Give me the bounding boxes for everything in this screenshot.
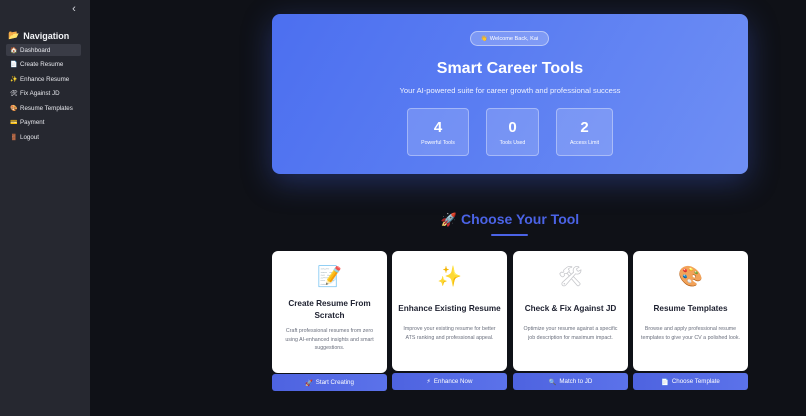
tool-card-title: Enhance Existing Resume: [398, 304, 501, 313]
document-icon: 📄: [10, 62, 18, 69]
folder-icon: 📂: [8, 30, 20, 40]
sparkles-icon: ✨: [437, 266, 462, 288]
sidebar-item-label: Create Resume: [20, 61, 64, 69]
rocket-icon: 🚀: [440, 212, 457, 227]
button-label: Enhance Now: [433, 378, 473, 385]
chevron-left-icon[interactable]: ‹: [68, 3, 80, 15]
sidebar-item-label: Fix Against JD: [20, 90, 60, 98]
tool-card-description: Browse and apply professional resume tem…: [641, 326, 740, 341]
sparkles-icon: ✨: [10, 76, 18, 83]
tool-card-resume-templates: 🎨 Resume Templates Browse and apply prof…: [633, 251, 748, 371]
button-label: Start Creating: [315, 379, 354, 386]
sidebar-item-label: Logout: [20, 134, 39, 142]
magnifier-icon: 🔍: [548, 378, 557, 386]
welcome-text: Welcome Back, Kai: [489, 35, 539, 42]
sidebar-item-create-resume[interactable]: 📄 Create Resume: [6, 59, 81, 71]
tool-card-description: Craft professional resumes from zero usi…: [285, 328, 374, 352]
sidebar-nav: 🏠 Dashboard 📄 Create Resume ✨ Enhance Re…: [6, 44, 81, 146]
sidebar-item-logout[interactable]: 🚪 Logout: [6, 132, 81, 144]
page-subtitle: Your AI-powered suite for career growth …: [399, 86, 621, 95]
tools-icon: 🛠: [10, 91, 18, 98]
sidebar-item-label: Resume Templates: [20, 104, 73, 112]
stat-label: Powerful Tools: [421, 140, 455, 146]
button-label: Choose Template: [671, 378, 720, 385]
enhance-now-button[interactable]: ⚡ Enhance Now: [392, 373, 507, 390]
sidebar-item-payment[interactable]: 💳 Payment: [6, 117, 81, 129]
tool-card-fix-against-jd: 🛠 Check & Fix Against JD Optimize your r…: [513, 251, 628, 371]
sidebar-item-label: Dashboard: [20, 46, 51, 54]
tool-card-title: Create Resume From Scratch: [288, 299, 371, 320]
sidebar-title: 📂 Navigation: [8, 30, 69, 41]
sidebar-title-label: Navigation: [23, 30, 70, 41]
tool-card-description: Improve your existing resume for better …: [403, 326, 496, 341]
document-icon: 📄: [661, 378, 669, 386]
tool-card-description: Optimize your resume against a specific …: [523, 326, 618, 341]
tool-card-title: Resume Templates: [653, 304, 728, 313]
sidebar: ‹ 📂 Navigation 🏠 Dashboard 📄 Create Resu…: [0, 0, 90, 416]
home-icon: 🏠: [10, 47, 18, 54]
card-icon: 💳: [10, 120, 18, 127]
match-to-jd-button[interactable]: 🔍 Match to JD: [513, 373, 628, 390]
section-title-label: Choose Your Tool: [460, 211, 580, 227]
section-title: 🚀 Choose Your Tool: [272, 211, 748, 228]
start-creating-button[interactable]: 🚀 Start Creating: [272, 374, 387, 391]
sidebar-item-resume-templates[interactable]: 🎨 Resume Templates: [6, 102, 81, 114]
tool-card-create-resume: 📝 Create Resume From Scratch Craft profe…: [272, 251, 387, 373]
door-icon: 🚪: [10, 135, 18, 142]
page-title: Smart Career Tools: [436, 60, 584, 77]
tool-card-enhance-resume: ✨ Enhance Existing Resume Improve your e…: [392, 251, 507, 371]
tools-icon: 🛠: [557, 266, 584, 288]
tool-card-title: Check & Fix Against JD: [524, 304, 617, 313]
palette-icon: 🎨: [10, 105, 18, 112]
palette-icon: 🎨: [678, 266, 703, 288]
stat-value: 0: [508, 119, 517, 136]
welcome-badge: 👋 Welcome Back, Kai: [470, 31, 549, 46]
sidebar-item-label: Enhance Resume: [20, 75, 70, 83]
memo-icon: 📝: [317, 266, 342, 288]
sidebar-item-fix-against-jd[interactable]: 🛠 Fix Against JD: [6, 88, 81, 100]
stat-access-limit: 2 Access Limit: [556, 108, 613, 156]
stat-tools-used: 0 Tools Used: [486, 108, 539, 156]
sidebar-item-enhance-resume[interactable]: ✨ Enhance Resume: [6, 73, 81, 85]
section-underline: [491, 234, 528, 236]
sidebar-item-dashboard[interactable]: 🏠 Dashboard: [6, 44, 81, 56]
stat-powerful-tools: 4 Powerful Tools: [407, 108, 469, 156]
lightning-icon: ⚡: [426, 378, 431, 385]
stat-value: 2: [580, 119, 589, 136]
hero-banner: 👋 Welcome Back, Kai Smart Career Tools Y…: [272, 14, 748, 174]
choose-template-button[interactable]: 📄 Choose Template: [633, 373, 748, 390]
stat-label: Access Limit: [569, 140, 600, 146]
sidebar-item-label: Payment: [20, 119, 45, 127]
stat-value: 4: [433, 119, 443, 136]
button-label: Match to JD: [559, 378, 593, 385]
rocket-icon: 🚀: [305, 379, 313, 387]
wave-icon: 👋: [480, 35, 488, 42]
stat-label: Tools Used: [499, 140, 526, 146]
